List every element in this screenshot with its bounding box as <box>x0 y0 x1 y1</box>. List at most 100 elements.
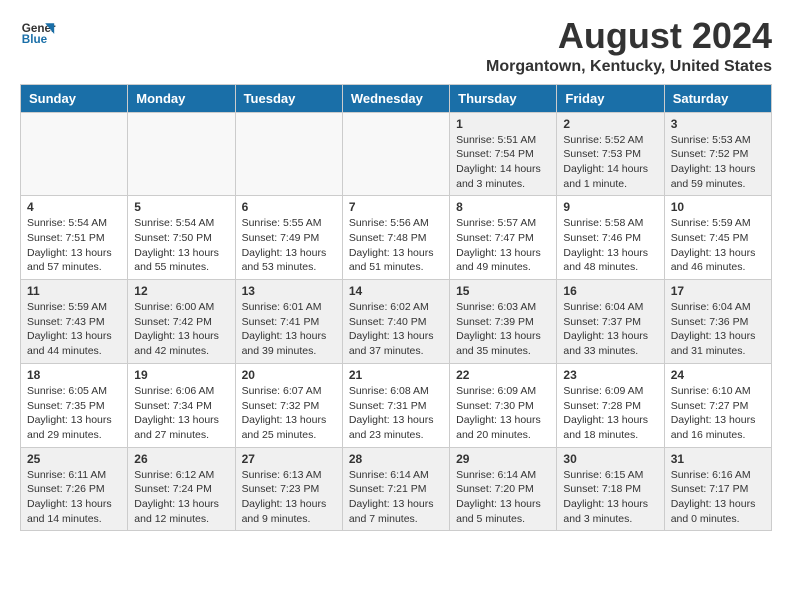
day-info: Sunrise: 6:08 AMSunset: 7:31 PMDaylight:… <box>349 384 443 443</box>
day-info: Sunrise: 6:14 AMSunset: 7:20 PMDaylight:… <box>456 468 550 527</box>
calendar-cell: 15 Sunrise: 6:03 AMSunset: 7:39 PMDayligh… <box>450 280 557 364</box>
logo-icon: General Blue <box>20 16 56 52</box>
calendar-cell: 3 Sunrise: 5:53 AMSunset: 7:52 PMDaylight… <box>664 112 771 196</box>
title-block: August 2024 Morgantown, Kentucky, United… <box>486 16 772 76</box>
day-info: Sunrise: 5:59 AMSunset: 7:45 PMDaylight:… <box>671 216 765 275</box>
calendar-cell: 13 Sunrise: 6:01 AMSunset: 7:41 PMDayligh… <box>235 280 342 364</box>
calendar-cell: 1Sunrise: 5:51 AMSunset: 7:54 PMDaylight… <box>450 112 557 196</box>
day-info: Sunrise: 6:04 AMSunset: 7:36 PMDaylight:… <box>671 300 765 359</box>
page-subtitle: Morgantown, Kentucky, United States <box>486 58 772 76</box>
header-wednesday: Wednesday <box>342 84 449 112</box>
day-info: Sunrise: 6:07 AMSunset: 7:32 PMDaylight:… <box>242 384 336 443</box>
day-info: Sunrise: 6:04 AMSunset: 7:37 PMDaylight:… <box>563 300 657 359</box>
day-info: Sunrise: 6:10 AMSunset: 7:27 PMDaylight:… <box>671 384 765 443</box>
week-row-5: 25 Sunrise: 6:11 AMSunset: 7:26 PMDayligh… <box>21 447 772 531</box>
calendar-header: SundayMondayTuesdayWednesdayThursdayFrid… <box>21 84 772 112</box>
day-info: Sunrise: 6:11 AMSunset: 7:26 PMDaylight:… <box>27 468 121 527</box>
day-info: Sunrise: 6:00 AMSunset: 7:42 PMDaylight:… <box>134 300 228 359</box>
day-info: Sunrise: 5:54 AMSunset: 7:51 PMDaylight:… <box>27 216 121 275</box>
header-thursday: Thursday <box>450 84 557 112</box>
calendar-cell: 28Sunrise: 6:14 AMSunset: 7:21 PMDayligh… <box>342 447 449 531</box>
calendar-cell <box>342 112 449 196</box>
day-info: Sunrise: 5:52 AMSunset: 7:53 PMDaylight:… <box>563 133 657 192</box>
day-number: 7 <box>349 200 443 214</box>
calendar-cell: 18 Sunrise: 6:05 AMSunset: 7:35 PMDayligh… <box>21 363 128 447</box>
calendar-cell: 12 Sunrise: 6:00 AMSunset: 7:42 PMDayligh… <box>128 280 235 364</box>
day-number: 30 <box>563 452 657 466</box>
calendar-body: 1Sunrise: 5:51 AMSunset: 7:54 PMDaylight… <box>21 112 772 531</box>
day-info: Sunrise: 6:06 AMSunset: 7:34 PMDaylight:… <box>134 384 228 443</box>
day-info: Sunrise: 6:16 AMSunset: 7:17 PMDaylight:… <box>671 468 765 527</box>
day-info: Sunrise: 5:56 AMSunset: 7:48 PMDaylight:… <box>349 216 443 275</box>
header-tuesday: Tuesday <box>235 84 342 112</box>
day-info: Sunrise: 6:01 AMSunset: 7:41 PMDaylight:… <box>242 300 336 359</box>
calendar-cell: 10 Sunrise: 5:59 AMSunset: 7:45 PMDayligh… <box>664 196 771 280</box>
day-number: 24 <box>671 368 765 382</box>
calendar-cell: 7 Sunrise: 5:56 AMSunset: 7:48 PMDaylight… <box>342 196 449 280</box>
day-number: 17 <box>671 284 765 298</box>
calendar-cell: 5 Sunrise: 5:54 AMSunset: 7:50 PMDaylight… <box>128 196 235 280</box>
page-header: General Blue August 2024 Morgantown, Ken… <box>20 16 772 76</box>
day-number: 13 <box>242 284 336 298</box>
header-row: SundayMondayTuesdayWednesdayThursdayFrid… <box>21 84 772 112</box>
day-info: Sunrise: 5:57 AMSunset: 7:47 PMDaylight:… <box>456 216 550 275</box>
calendar-cell: 4 Sunrise: 5:54 AMSunset: 7:51 PMDaylight… <box>21 196 128 280</box>
day-number: 4 <box>27 200 121 214</box>
header-sunday: Sunday <box>21 84 128 112</box>
day-number: 18 <box>27 368 121 382</box>
day-number: 12 <box>134 284 228 298</box>
week-row-3: 11Sunrise: 5:59 AMSunset: 7:43 PMDayligh… <box>21 280 772 364</box>
day-number: 2 <box>563 117 657 131</box>
day-number: 25 <box>27 452 121 466</box>
day-info: Sunrise: 5:53 AMSunset: 7:52 PMDaylight:… <box>671 133 765 192</box>
day-number: 9 <box>563 200 657 214</box>
calendar-cell: 11Sunrise: 5:59 AMSunset: 7:43 PMDayligh… <box>21 280 128 364</box>
day-info: Sunrise: 6:09 AMSunset: 7:30 PMDaylight:… <box>456 384 550 443</box>
day-number: 15 <box>456 284 550 298</box>
day-number: 16 <box>563 284 657 298</box>
calendar-cell <box>21 112 128 196</box>
day-number: 21 <box>349 368 443 382</box>
day-info: Sunrise: 5:54 AMSunset: 7:50 PMDaylight:… <box>134 216 228 275</box>
calendar-cell: 19Sunrise: 6:06 AMSunset: 7:34 PMDayligh… <box>128 363 235 447</box>
calendar-cell: 16 Sunrise: 6:04 AMSunset: 7:37 PMDayligh… <box>557 280 664 364</box>
calendar-cell: 20 Sunrise: 6:07 AMSunset: 7:32 PMDayligh… <box>235 363 342 447</box>
day-number: 20 <box>242 368 336 382</box>
page-title: August 2024 <box>486 16 772 56</box>
header-friday: Friday <box>557 84 664 112</box>
day-info: Sunrise: 6:03 AMSunset: 7:39 PMDaylight:… <box>456 300 550 359</box>
day-info: Sunrise: 5:51 AMSunset: 7:54 PMDaylight:… <box>456 133 550 192</box>
day-number: 10 <box>671 200 765 214</box>
day-info: Sunrise: 6:14 AMSunset: 7:21 PMDaylight:… <box>349 468 443 527</box>
calendar-cell: 31 Sunrise: 6:16 AMSunset: 7:17 PMDayligh… <box>664 447 771 531</box>
calendar-cell: 23Sunrise: 6:09 AMSunset: 7:28 PMDayligh… <box>557 363 664 447</box>
day-number: 29 <box>456 452 550 466</box>
week-row-2: 4 Sunrise: 5:54 AMSunset: 7:51 PMDaylight… <box>21 196 772 280</box>
calendar-cell <box>235 112 342 196</box>
header-saturday: Saturday <box>664 84 771 112</box>
day-info: Sunrise: 6:09 AMSunset: 7:28 PMDaylight:… <box>563 384 657 443</box>
day-number: 31 <box>671 452 765 466</box>
day-number: 6 <box>242 200 336 214</box>
logo: General Blue <box>20 16 56 52</box>
day-number: 8 <box>456 200 550 214</box>
calendar-cell: 21 Sunrise: 6:08 AMSunset: 7:31 PMDayligh… <box>342 363 449 447</box>
day-info: Sunrise: 5:55 AMSunset: 7:49 PMDaylight:… <box>242 216 336 275</box>
day-info: Sunrise: 6:13 AMSunset: 7:23 PMDaylight:… <box>242 468 336 527</box>
day-number: 14 <box>349 284 443 298</box>
calendar-cell: 24 Sunrise: 6:10 AMSunset: 7:27 PMDayligh… <box>664 363 771 447</box>
calendar-cell: 2 Sunrise: 5:52 AMSunset: 7:53 PMDaylight… <box>557 112 664 196</box>
week-row-4: 18 Sunrise: 6:05 AMSunset: 7:35 PMDayligh… <box>21 363 772 447</box>
day-number: 11 <box>27 284 121 298</box>
day-info: Sunrise: 6:12 AMSunset: 7:24 PMDaylight:… <box>134 468 228 527</box>
day-info: Sunrise: 5:58 AMSunset: 7:46 PMDaylight:… <box>563 216 657 275</box>
header-monday: Monday <box>128 84 235 112</box>
calendar-cell: 17 Sunrise: 6:04 AMSunset: 7:36 PMDayligh… <box>664 280 771 364</box>
day-number: 3 <box>671 117 765 131</box>
day-number: 5 <box>134 200 228 214</box>
day-info: Sunrise: 6:05 AMSunset: 7:35 PMDaylight:… <box>27 384 121 443</box>
calendar-cell <box>128 112 235 196</box>
calendar-cell: 30Sunrise: 6:15 AMSunset: 7:18 PMDayligh… <box>557 447 664 531</box>
svg-text:Blue: Blue <box>22 33 48 46</box>
day-number: 27 <box>242 452 336 466</box>
